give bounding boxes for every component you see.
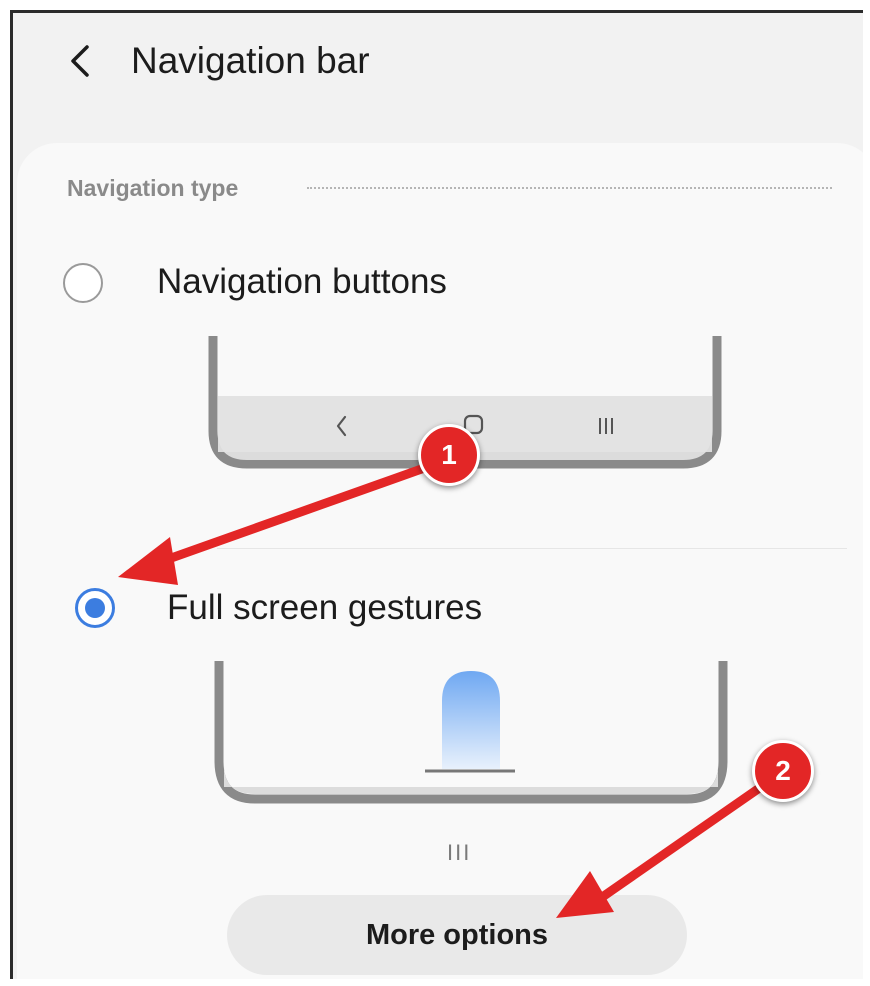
more-options-button[interactable]: More options xyxy=(227,895,687,975)
radio-navigation-buttons[interactable] xyxy=(63,263,103,303)
radio-selected-dot xyxy=(85,598,105,618)
gesture-hint-handle: III xyxy=(447,840,472,865)
option-label-full-screen-gestures[interactable]: Full screen gestures xyxy=(167,586,482,630)
radio-full-screen-gestures[interactable] xyxy=(75,588,115,628)
swipe-up-gesture-icon xyxy=(442,671,500,769)
settings-screen: Navigation bar Navigation type Navigatio… xyxy=(10,10,863,979)
annotation-marker-1: 1 xyxy=(418,424,480,486)
option-label-navigation-buttons[interactable]: Navigation buttons xyxy=(157,260,447,304)
option-divider xyxy=(217,548,847,549)
back-button[interactable] xyxy=(61,37,101,85)
annotation-marker-2: 2 xyxy=(752,740,814,802)
navigation-type-card: Navigation type Navigation buttons Full … xyxy=(17,143,863,979)
page-title: Navigation bar xyxy=(131,40,370,81)
chevron-left-icon xyxy=(71,45,89,77)
dotted-divider xyxy=(307,187,832,189)
section-header: Navigation type xyxy=(67,175,239,201)
full-screen-gestures-preview[interactable] xyxy=(213,661,729,811)
app-header: Navigation bar xyxy=(13,13,863,133)
